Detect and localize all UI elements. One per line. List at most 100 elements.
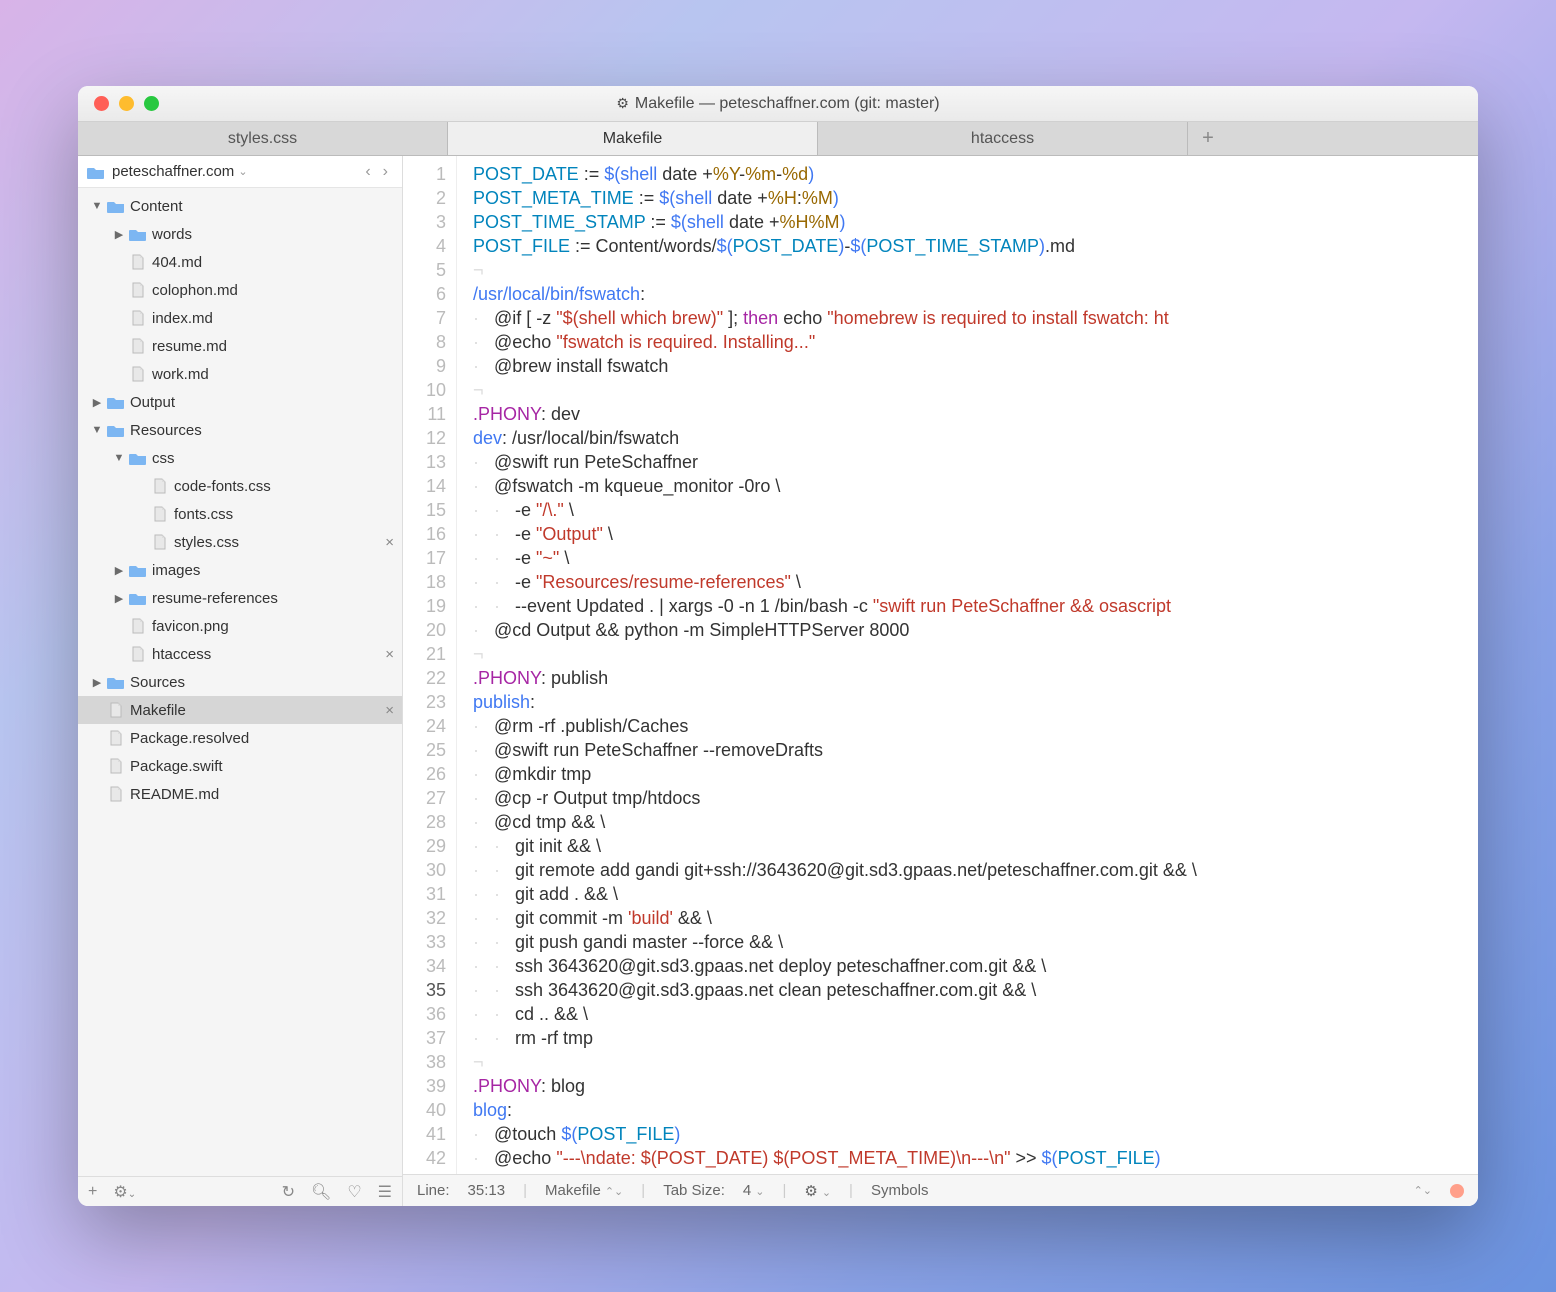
disclosure-triangle[interactable]: ▼ <box>88 200 106 212</box>
folder-icon <box>128 226 148 242</box>
document-icon: ⚙︎ <box>616 95 629 112</box>
tree-item-label: 404.md <box>152 254 202 271</box>
tree-item-images[interactable]: ▶ images <box>78 556 402 584</box>
tree-item-label: work.md <box>152 366 209 383</box>
file-icon <box>150 534 170 550</box>
filter-icon[interactable]: ☰ <box>378 1182 392 1202</box>
tree-item-label: README.md <box>130 786 219 803</box>
disclosure-triangle[interactable]: ▶ <box>88 676 106 689</box>
tree-item-Package-swift[interactable]: Package.swift <box>78 752 402 780</box>
tree-item-Output[interactable]: ▶ Output <box>78 388 402 416</box>
tree-item-Makefile[interactable]: Makefile × <box>78 696 402 724</box>
nav-back-button[interactable]: ‹ <box>359 163 376 181</box>
tree-item-resume-references[interactable]: ▶ resume-references <box>78 584 402 612</box>
nav-forward-button[interactable]: › <box>377 163 394 181</box>
app-window: ⚙︎ Makefile — peteschaffner.com (git: ma… <box>78 86 1478 1206</box>
tree-item-label: Package.resolved <box>130 730 249 747</box>
tree-item-label: images <box>152 562 200 579</box>
disclosure-triangle[interactable]: ▶ <box>88 396 106 409</box>
tree-item-label: code-fonts.css <box>174 478 271 495</box>
tree-item-work-md[interactable]: work.md <box>78 360 402 388</box>
tab-Makefile[interactable]: Makefile <box>448 122 818 155</box>
editor: 1234567891011121314151617181920212223242… <box>403 156 1478 1206</box>
folder-icon <box>106 674 126 690</box>
tree-item-css[interactable]: ▼ css <box>78 444 402 472</box>
folder-icon <box>128 562 148 578</box>
tree-item-README-md[interactable]: README.md <box>78 780 402 808</box>
tree-item-resume-md[interactable]: resume.md <box>78 332 402 360</box>
path-bar[interactable]: peteschaffner.com ⌄ ‹ › <box>78 156 402 188</box>
statusbar: Line: 35:13 | Makefile⌃⌄ | Tab Size: 4⌄ … <box>403 1174 1478 1206</box>
settings-icon[interactable]: ⚙︎⌄ <box>804 1182 831 1200</box>
tree-item-label: Makefile <box>130 702 186 719</box>
line-value: 35:13 <box>468 1182 506 1199</box>
language-picker[interactable]: Makefile⌃⌄ <box>545 1182 623 1199</box>
tree-item-label: Output <box>130 394 175 411</box>
code-area[interactable]: 1234567891011121314151617181920212223242… <box>403 156 1478 1174</box>
disclosure-triangle[interactable]: ▶ <box>110 592 128 605</box>
tree-item-Content[interactable]: ▼ Content <box>78 192 402 220</box>
tree-item-404-md[interactable]: 404.md <box>78 248 402 276</box>
folder-icon <box>106 394 126 410</box>
folder-icon <box>86 164 106 180</box>
tree-item-label: words <box>152 226 192 243</box>
tree-item-label: resume-references <box>152 590 278 607</box>
tabsize-picker[interactable]: 4⌄ <box>743 1182 765 1199</box>
tree-item-styles-css[interactable]: styles.css × <box>78 528 402 556</box>
tree-item-favicon-png[interactable]: favicon.png <box>78 612 402 640</box>
status-dot <box>1450 1184 1464 1198</box>
sidebar: peteschaffner.com ⌄ ‹ › ▼Content▶words40… <box>78 156 403 1206</box>
disclosure-triangle[interactable]: ▼ <box>88 424 106 436</box>
gear-icon[interactable]: ⚙︎⌄ <box>113 1182 136 1202</box>
chevron-updown-icon[interactable]: ⌃⌄ <box>1414 1184 1432 1197</box>
tabsize-label: Tab Size: <box>663 1182 725 1199</box>
tree-item-colophon-md[interactable]: colophon.md <box>78 276 402 304</box>
new-tab-button[interactable]: + <box>1188 122 1228 155</box>
tree-item-label: Package.swift <box>130 758 223 775</box>
disclosure-triangle[interactable]: ▶ <box>110 228 128 241</box>
tree-item-Resources[interactable]: ▼Resources <box>78 416 402 444</box>
tab-styles-css[interactable]: styles.css <box>78 122 448 155</box>
tree-item-Sources[interactable]: ▶Sources <box>78 668 402 696</box>
heart-icon[interactable]: ♡ <box>347 1182 361 1202</box>
tree-item-code-fonts-css[interactable]: code-fonts.css <box>78 472 402 500</box>
file-icon <box>106 758 126 774</box>
close-icon[interactable]: × <box>385 702 394 719</box>
tree-item-label: fonts.css <box>174 506 233 523</box>
file-icon <box>150 478 170 494</box>
tree-item-index-md[interactable]: index.md <box>78 304 402 332</box>
tree-item-label: css <box>152 450 175 467</box>
file-icon <box>128 254 148 270</box>
window-title: ⚙︎ Makefile — peteschaffner.com (git: ma… <box>78 95 1478 113</box>
tree-item-fonts-css[interactable]: fonts.css <box>78 500 402 528</box>
tree-item-label: Content <box>130 198 183 215</box>
code-content[interactable]: POST_DATE := $(shell date +%Y-%m-%d)POST… <box>457 156 1478 1174</box>
file-icon <box>128 646 148 662</box>
tab-bar: styles.cssMakefilehtaccess+ <box>78 122 1478 156</box>
tree-item-label: htaccess <box>152 646 211 663</box>
folder-icon <box>128 450 148 466</box>
chevron-down-icon[interactable]: ⌄ <box>238 165 247 178</box>
folder-icon <box>128 590 148 606</box>
file-icon <box>150 506 170 522</box>
tree-item-Package-resolved[interactable]: Package.resolved <box>78 724 402 752</box>
tree-item-htaccess[interactable]: htaccess × <box>78 640 402 668</box>
path-label: peteschaffner.com <box>112 163 234 180</box>
file-icon <box>128 366 148 382</box>
folder-icon <box>106 198 126 214</box>
tree-item-words[interactable]: ▶ words <box>78 220 402 248</box>
tree-item-label: colophon.md <box>152 282 238 299</box>
close-icon[interactable]: × <box>385 534 394 551</box>
file-icon <box>128 310 148 326</box>
search-icon[interactable]: 🔍︎ <box>311 1182 331 1202</box>
tree-item-label: index.md <box>152 310 213 327</box>
disclosure-triangle[interactable]: ▼ <box>110 452 128 464</box>
disclosure-triangle[interactable]: ▶ <box>110 564 128 577</box>
add-button[interactable]: + <box>88 1183 97 1201</box>
tree-item-label: styles.css <box>174 534 239 551</box>
symbols-picker[interactable]: Symbols <box>871 1182 929 1199</box>
tab-htaccess[interactable]: htaccess <box>818 122 1188 155</box>
refresh-icon[interactable]: ↻ <box>282 1182 295 1202</box>
line-label: Line: <box>417 1182 450 1199</box>
close-icon[interactable]: × <box>385 646 394 663</box>
